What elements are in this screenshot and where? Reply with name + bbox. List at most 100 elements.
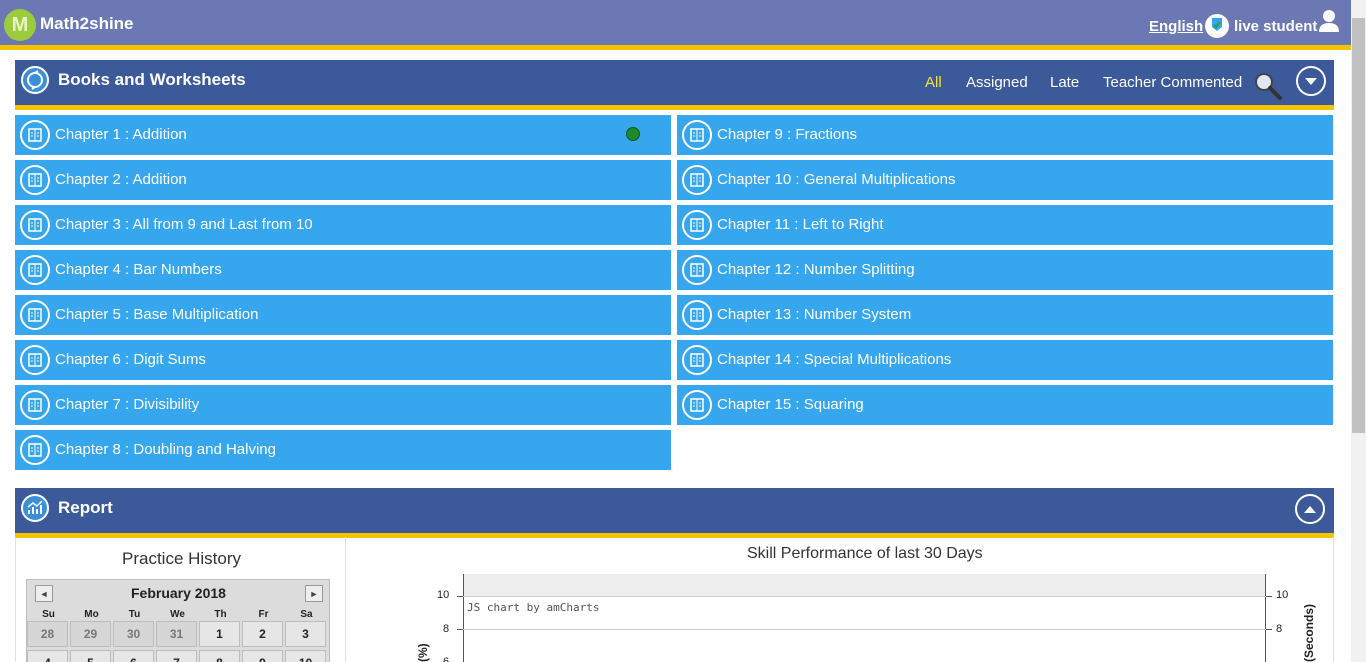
book-icon — [682, 345, 712, 375]
weekday-label: Tu — [128, 609, 141, 620]
calendar-day[interactable]: 9 — [242, 650, 283, 662]
tick-mark — [457, 629, 463, 630]
status-dot — [626, 127, 640, 141]
filter-teacher-commented[interactable]: Teacher Commented — [1103, 74, 1242, 91]
left-axis-label: (%) — [416, 643, 430, 662]
collapse-books-button[interactable] — [1296, 66, 1326, 96]
chapter-15-button[interactable]: Chapter 15 : Squaring — [677, 385, 1333, 425]
scrollbar-thumb[interactable] — [1352, 18, 1365, 433]
weekday-label: Su — [42, 609, 55, 620]
chapter-13-button[interactable]: Chapter 13 : Number System — [677, 295, 1333, 335]
chapter-10-button[interactable]: Chapter 10 : General Multiplications — [677, 160, 1333, 200]
report-chart-icon — [21, 494, 49, 522]
next-month-button[interactable]: ► — [305, 585, 323, 602]
chapter-label: Chapter 1 : Addition — [55, 126, 187, 143]
right-tick: 10 — [1276, 589, 1289, 601]
calendar-day[interactable]: 8 — [199, 650, 240, 662]
calendar-day[interactable]: 1 — [199, 621, 240, 647]
badge-icon — [1205, 14, 1229, 38]
chapter-label: Chapter 5 : Base Multiplication — [55, 306, 259, 323]
top-bar: M Math2shine English live student — [0, 0, 1351, 50]
filter-assigned[interactable]: Assigned — [966, 74, 1028, 91]
calendar-day[interactable]: 29 — [70, 621, 111, 647]
filter-late[interactable]: Late — [1050, 74, 1079, 91]
chapter-11-button[interactable]: Chapter 11 : Left to Right — [677, 205, 1333, 245]
skill-chart: JS chart by amCharts 10 8 6 10 8 (%) (Se… — [400, 570, 1340, 662]
chart-plot-area — [463, 574, 1266, 662]
book-icon — [20, 255, 50, 285]
calendar-header: ◄ February 2018 ► — [27, 580, 329, 606]
book-icon — [682, 165, 712, 195]
weekday-label: Sa — [300, 609, 313, 620]
book-icon — [20, 390, 50, 420]
calendar-day[interactable]: 31 — [156, 621, 197, 647]
report-header: Report — [15, 488, 1334, 538]
books-header: Books and Worksheets All Assigned Late T… — [15, 60, 1334, 110]
chapter-14-button[interactable]: Chapter 14 : Special Multiplications — [677, 340, 1333, 380]
chapter-9-button[interactable]: Chapter 9 : Fractions — [677, 115, 1333, 155]
book-icon — [682, 300, 712, 330]
chapter-label: Chapter 4 : Bar Numbers — [55, 261, 222, 278]
weekday-label: Mo — [84, 609, 99, 620]
chapter-7-button[interactable]: Chapter 7 : Divisibility — [15, 385, 671, 425]
user-icon[interactable] — [1318, 9, 1340, 33]
filter-all[interactable]: All — [925, 74, 942, 91]
language-link[interactable]: English — [1149, 18, 1203, 35]
calendar-day[interactable]: 10 — [285, 650, 326, 662]
chapter-8-button[interactable]: Chapter 8 : Doubling and Halving — [15, 430, 671, 470]
gridline — [463, 629, 1266, 630]
collapse-report-button[interactable] — [1295, 494, 1325, 524]
chevron-up-icon — [1304, 506, 1316, 513]
tick-mark — [457, 596, 463, 597]
book-icon — [20, 120, 50, 150]
chapter-label: Chapter 7 : Divisibility — [55, 396, 200, 413]
tick-mark — [1266, 596, 1272, 597]
chapter-label: Chapter 10 : General Multiplications — [717, 171, 956, 188]
chapter-label: Chapter 13 : Number System — [717, 306, 912, 323]
chapter-1-button[interactable]: Chapter 1 : Addition — [15, 115, 671, 155]
user-name[interactable]: live student — [1234, 18, 1317, 35]
chapter-5-button[interactable]: Chapter 5 : Base Multiplication — [15, 295, 671, 335]
chevron-down-icon — [1305, 78, 1317, 85]
skill-performance-title: Skill Performance of last 30 Days — [747, 545, 983, 562]
right-axis-label: (Seconds) — [1302, 603, 1316, 662]
chapter-label: Chapter 8 : Doubling and Halving — [55, 441, 276, 458]
prev-month-button[interactable]: ◄ — [35, 585, 53, 602]
chapter-label: Chapter 3 : All from 9 and Last from 10 — [55, 216, 313, 233]
tick-mark — [1266, 629, 1272, 630]
left-tick: 6 — [443, 656, 450, 662]
chart-credit[interactable]: JS chart by amCharts — [467, 601, 599, 614]
calendar-day[interactable]: 30 — [113, 621, 154, 647]
chapter-3-button[interactable]: Chapter 3 : All from 9 and Last from 10 — [15, 205, 671, 245]
chapter-label: Chapter 11 : Left to Right — [717, 216, 884, 233]
calendar-day[interactable]: 7 — [156, 650, 197, 662]
chapter-6-button[interactable]: Chapter 6 : Digit Sums — [15, 340, 671, 380]
calendar-day[interactable]: 5 — [70, 650, 111, 662]
calendar-day[interactable]: 3 — [285, 621, 326, 647]
book-icon — [20, 435, 50, 465]
books-title: Books and Worksheets — [58, 70, 246, 89]
book-icon — [20, 300, 50, 330]
calendar-day[interactable]: 4 — [27, 650, 68, 662]
book-icon — [20, 345, 50, 375]
chapter-2-button[interactable]: Chapter 2 : Addition — [15, 160, 671, 200]
books-section-icon — [21, 66, 49, 94]
gridline — [463, 596, 1266, 597]
brand-name[interactable]: Math2shine — [40, 14, 134, 34]
chapter-12-button[interactable]: Chapter 12 : Number Splitting — [677, 250, 1333, 290]
calendar-day[interactable]: 6 — [113, 650, 154, 662]
practice-history-title: Practice History — [122, 549, 242, 568]
calendar-day[interactable]: 28 — [27, 621, 68, 647]
left-tick: 10 — [437, 589, 450, 601]
chapter-label: Chapter 12 : Number Splitting — [717, 261, 915, 278]
calendar-day[interactable]: 2 — [242, 621, 283, 647]
book-icon — [682, 255, 712, 285]
page: M Math2shine English live student Books … — [0, 0, 1366, 662]
weekday-label: We — [170, 609, 185, 620]
book-icon — [682, 390, 712, 420]
logo-icon[interactable]: M — [4, 9, 36, 41]
chapter-4-button[interactable]: Chapter 4 : Bar Numbers — [15, 250, 671, 290]
book-icon — [682, 210, 712, 240]
left-tick: 8 — [443, 623, 450, 635]
search-icon[interactable] — [1252, 70, 1284, 102]
